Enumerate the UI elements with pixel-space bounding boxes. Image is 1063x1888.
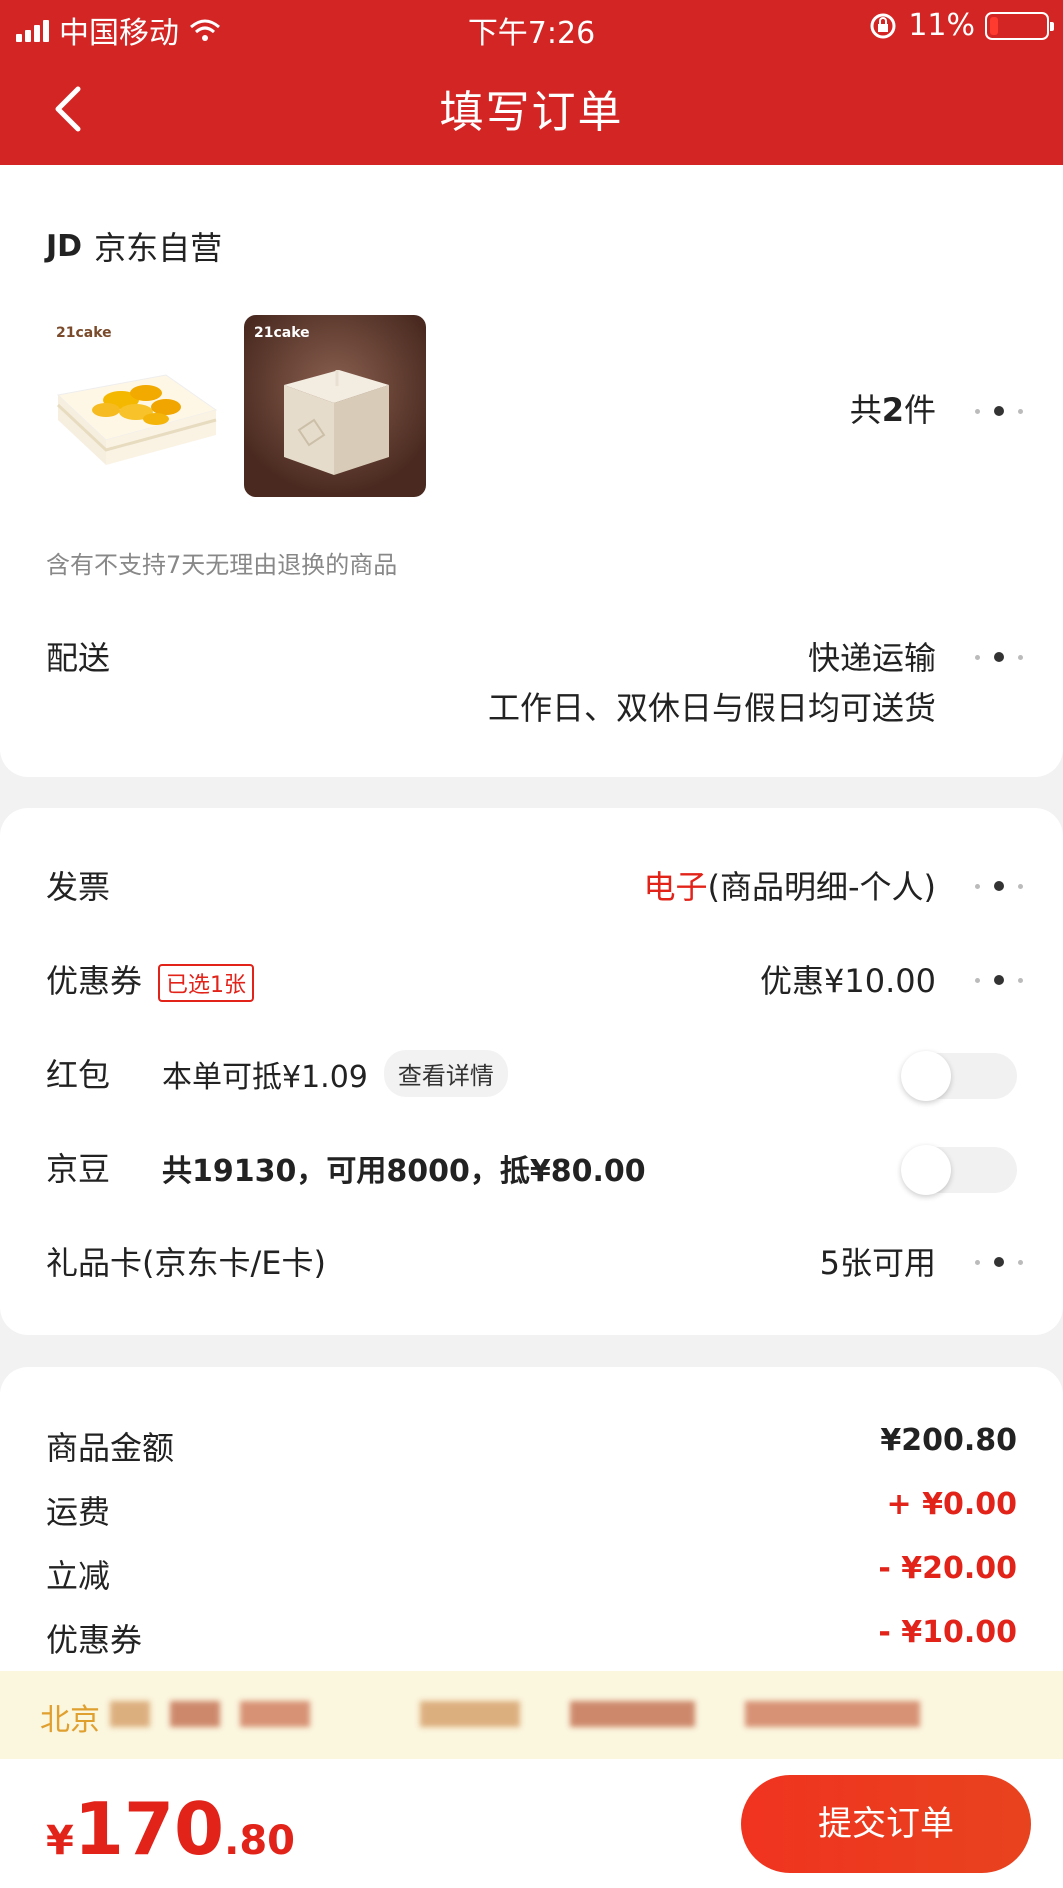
view-details-button[interactable]: 查看详情 bbox=[383, 1050, 508, 1097]
invoice-value[interactable]: 电子(商品明细-个人) bbox=[643, 862, 936, 908]
amount-summary-card: 商品金额 ¥200.80 运费 + ¥0.00 立减 - ¥20.00 优惠券 … bbox=[0, 1367, 1063, 1697]
return-policy-note: 含有不支持7天无理由退换的商品 bbox=[46, 551, 398, 579]
payment-options-card: 发票 电子(商品明细-个人) 优惠券 已选1张 优惠¥10.00 红包 本单可抵¥… bbox=[0, 808, 1063, 1335]
address-bar[interactable]: 北京 bbox=[0, 1671, 1063, 1759]
delivery-label: 配送 bbox=[46, 639, 111, 677]
jd-logo-icon: JD bbox=[46, 228, 83, 264]
item-count[interactable]: 共2件 bbox=[850, 385, 936, 431]
amount-value: - ¥20.00 bbox=[878, 1551, 1017, 1586]
invoice-label: 发票 bbox=[46, 868, 111, 906]
delivery-detail: 工作日、双休日与假日均可送货 bbox=[487, 689, 936, 727]
address-text: 北京 bbox=[40, 1703, 100, 1738]
amount-value: - ¥10.00 bbox=[878, 1615, 1017, 1650]
page-title: 填写订单 bbox=[439, 87, 624, 138]
status-bar: 中国移动 下午7:26 11% bbox=[0, 0, 1063, 54]
item-count-suffix: 件 bbox=[903, 391, 936, 429]
address-redaction bbox=[110, 1701, 310, 1727]
amount-value: + ¥0.00 bbox=[886, 1487, 1017, 1522]
coupon-row: 优惠券 已选1张 bbox=[46, 956, 255, 1002]
coupon-label: 优惠券 bbox=[46, 962, 143, 1000]
item-count-number: 2 bbox=[881, 391, 904, 429]
address-redaction bbox=[420, 1701, 920, 1727]
more-icon[interactable] bbox=[975, 405, 1023, 417]
amount-label: 商品金额 bbox=[46, 1429, 175, 1467]
more-icon[interactable] bbox=[975, 651, 1023, 663]
invoice-detail: (商品明细-个人) bbox=[707, 868, 936, 906]
shop-header: JD 京东自营 bbox=[46, 223, 222, 269]
jingdou-text: 共19130，可用8000，抵¥80.00 bbox=[162, 1154, 646, 1189]
shop-name: 京东自营 bbox=[94, 229, 223, 267]
red-packet-text: 本单可抵¥1.09 bbox=[162, 1059, 368, 1095]
total-decimal: .80 bbox=[224, 1818, 295, 1864]
battery-percent: 11% bbox=[908, 8, 975, 43]
amount-label: 立减 bbox=[46, 1557, 111, 1595]
jingdou-toggle[interactable] bbox=[901, 1145, 1017, 1195]
product-thumbnail[interactable]: 21cake bbox=[46, 315, 228, 497]
jingdou-label: 京豆 bbox=[46, 1150, 111, 1188]
total-price: ¥170.80 bbox=[46, 1787, 295, 1871]
invoice-type: 电子 bbox=[643, 868, 708, 906]
coupon-selected-badge: 已选1张 bbox=[158, 964, 255, 1002]
app-header: 中国移动 下午7:26 11% 填写订单 bbox=[0, 0, 1063, 165]
total-integer: 170 bbox=[73, 1787, 225, 1871]
product-brand-label: 21cake bbox=[254, 325, 310, 341]
gift-card-label: 礼品卡(京东卡/E卡) bbox=[46, 1244, 326, 1282]
more-icon[interactable] bbox=[975, 1256, 1023, 1268]
candle-image bbox=[284, 370, 389, 475]
gift-card-value[interactable]: 5张可用 bbox=[820, 1238, 936, 1284]
delivery-method[interactable]: 快递运输 bbox=[808, 633, 936, 679]
order-items-card: JD 京东自营 21cake 21cake 共2件 含有不支持7天无理由退换的商… bbox=[0, 165, 1063, 777]
red-packet-label: 红包 bbox=[46, 1056, 111, 1094]
total-currency: ¥ bbox=[46, 1818, 74, 1864]
battery-icon bbox=[985, 11, 1054, 40]
item-count-prefix: 共 bbox=[849, 391, 882, 429]
mango-cake-image bbox=[56, 374, 218, 465]
product-brand-label: 21cake bbox=[56, 325, 112, 341]
amount-value: ¥200.80 bbox=[880, 1423, 1017, 1458]
amount-label: 优惠券 bbox=[46, 1621, 143, 1659]
more-icon[interactable] bbox=[975, 974, 1023, 986]
amount-label: 运费 bbox=[46, 1493, 111, 1531]
product-thumbnail[interactable]: 21cake bbox=[244, 315, 426, 497]
rotation-lock-icon bbox=[870, 13, 896, 38]
submit-order-button[interactable]: 提交订单 bbox=[741, 1775, 1031, 1873]
more-icon[interactable] bbox=[975, 880, 1023, 892]
checkout-bar: ¥170.80 提交订单 bbox=[0, 1759, 1063, 1888]
red-packet-toggle[interactable] bbox=[901, 1051, 1017, 1101]
coupon-value[interactable]: 优惠¥10.00 bbox=[760, 956, 936, 1002]
